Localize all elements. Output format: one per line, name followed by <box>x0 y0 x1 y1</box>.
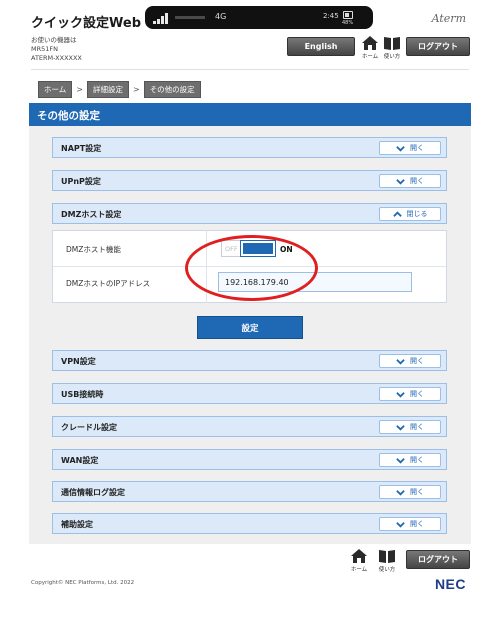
copyright: Copyright© NEC Platforms, Ltd. 2022 <box>31 580 135 586</box>
chevron-up-icon <box>392 210 402 217</box>
open-button[interactable]: 開く <box>379 174 441 188</box>
battery-percent: 48% <box>342 20 354 26</box>
breadcrumb-advanced-settings[interactable]: 詳細設定 <box>86 81 129 98</box>
accordion-label: クレードル設定 <box>61 423 117 432</box>
home-nav-button[interactable]: ホーム <box>359 36 381 62</box>
accordion-auxiliary[interactable]: 補助設定 開く <box>52 513 447 534</box>
help-nav-button[interactable]: 使い方 <box>381 36 403 62</box>
chevron-down-icon <box>396 178 405 185</box>
device-model: MR51FN <box>31 45 58 53</box>
open-button[interactable]: 開く <box>379 354 441 368</box>
open-button[interactable]: 開く <box>379 485 441 499</box>
open-label: 開く <box>410 144 424 152</box>
accordion-label: NAPT設定 <box>61 144 102 153</box>
open-label: 開く <box>410 488 424 496</box>
book-icon <box>384 37 400 50</box>
open-button[interactable]: 開く <box>379 420 441 434</box>
accordion-label: 補助設定 <box>61 520 93 529</box>
open-button[interactable]: 開く <box>379 387 441 401</box>
chevron-down-icon <box>396 424 405 431</box>
close-label: 閉じる <box>406 210 428 218</box>
signal-icon <box>153 12 175 24</box>
accordion-vpn[interactable]: VPN設定 開く <box>52 350 447 371</box>
open-label: 開く <box>410 177 424 185</box>
footer-logout-button[interactable]: ログアウト <box>406 550 470 569</box>
device-id: ATERM-XXXXXX <box>31 54 82 62</box>
footer-help-button[interactable]: 使い方 <box>376 549 398 575</box>
breadcrumb-separator: > <box>76 85 83 94</box>
network-type: 4G <box>215 12 227 21</box>
apply-button[interactable]: 設定 <box>197 316 303 339</box>
home-label: ホーム <box>361 54 379 60</box>
accordion-napt[interactable]: NAPT設定 開く <box>52 137 447 158</box>
book-icon <box>379 550 395 563</box>
aterm-logo: Aterm <box>431 12 466 25</box>
breadcrumb-current-page: その他の設定 <box>143 81 201 98</box>
carrier-name-bar <box>175 16 205 19</box>
highlight-circle <box>185 235 318 301</box>
accordion-dmz-host[interactable]: DMZホスト設定 閉じる <box>52 203 447 224</box>
open-label: 開く <box>410 456 424 464</box>
accordion-label: UPnP設定 <box>61 177 101 186</box>
open-button[interactable]: 開く <box>379 453 441 467</box>
open-label: 開く <box>410 357 424 365</box>
home-icon <box>362 36 378 50</box>
open-button[interactable]: 開く <box>379 517 441 531</box>
breadcrumb-home[interactable]: ホーム <box>38 81 73 98</box>
status-clock: 2:45 <box>323 12 339 20</box>
dmz-ip-label: DMZホストのIPアドレス <box>66 279 151 288</box>
chevron-down-icon <box>396 457 405 464</box>
open-label: 開く <box>410 520 424 528</box>
accordion-label: 通信情報ログ設定 <box>61 488 125 497</box>
logout-button[interactable]: ログアウト <box>406 37 470 56</box>
accordion-wan[interactable]: WAN設定 開く <box>52 449 447 470</box>
nec-logo: NEC <box>434 576 466 592</box>
accordion-cradle[interactable]: クレードル設定 開く <box>52 416 447 437</box>
footer-help-label: 使い方 <box>378 567 396 573</box>
open-label: 開く <box>410 423 424 431</box>
breadcrumb-separator: > <box>132 85 140 94</box>
footer-home-label: ホーム <box>350 567 368 573</box>
device-info: お使いの機器は MR51FN ATERM-XXXXXX <box>31 36 82 63</box>
home-icon <box>351 549 367 563</box>
chevron-down-icon <box>396 145 405 152</box>
open-label: 開く <box>410 390 424 398</box>
close-button[interactable]: 閉じる <box>379 207 441 221</box>
accordion-label: DMZホスト設定 <box>61 210 122 219</box>
open-button[interactable]: 開く <box>379 141 441 155</box>
accordion-usb[interactable]: USB接続時 開く <box>52 383 447 404</box>
chevron-down-icon <box>396 489 405 496</box>
footer-home-button[interactable]: ホーム <box>348 549 370 575</box>
dmz-function-label: DMZホスト機能 <box>66 245 121 254</box>
accordion-label: WAN設定 <box>61 456 99 465</box>
accordion-comm-log[interactable]: 通信情報ログ設定 開く <box>52 481 447 502</box>
help-label: 使い方 <box>383 54 401 60</box>
device-status-bar: 4G 2:45 48% <box>145 6 373 29</box>
app-title: クイック設定Web <box>31 16 141 31</box>
accordion-label: USB接続時 <box>61 390 104 399</box>
breadcrumb: ホーム > 詳細設定 > その他の設定 <box>38 81 201 98</box>
chevron-down-icon <box>396 358 405 365</box>
chevron-down-icon <box>396 391 405 398</box>
accordion-label: VPN設定 <box>61 357 96 366</box>
page-title: その他の設定 <box>29 103 471 126</box>
battery-icon <box>343 11 353 19</box>
english-button[interactable]: English <box>287 37 355 56</box>
accordion-upnp[interactable]: UPnP設定 開く <box>52 170 447 191</box>
device-caption: お使いの機器は <box>31 36 77 44</box>
header-divider <box>31 69 469 70</box>
chevron-down-icon <box>396 521 405 528</box>
